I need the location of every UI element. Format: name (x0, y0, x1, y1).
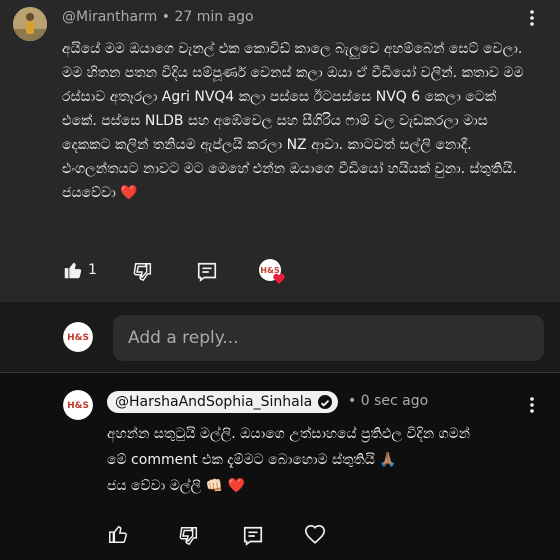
reply-line-1: අහන්න සතුටුයි මල්ලි. ඔයාගෙ උත්සාහයේ ප්‍ර… (107, 426, 471, 442)
reply-composer: H&S Add a reply... (0, 302, 560, 372)
user-avatar[interactable] (13, 7, 47, 41)
reply-more-options-icon[interactable] (522, 395, 542, 415)
reply-line-3: ජය වේවා මල්ලි 👊🏻 ❤️ (107, 478, 245, 494)
reply-author-avatar[interactable]: H&S (63, 390, 93, 420)
reply-logo-text: H&S (67, 401, 89, 411)
thumb-down-icon (179, 527, 198, 546)
svg-text:H&S: H&S (260, 266, 280, 275)
thumb-down-icon (133, 263, 152, 282)
more-options-icon[interactable] (522, 8, 542, 28)
reply-reply-button[interactable] (242, 525, 264, 549)
dislike-button[interactable] (132, 261, 154, 285)
meta-separator: • (161, 9, 175, 25)
reply-card: H&S @HarshaAndSophia_Sinhala • 0 sec ago… (0, 373, 560, 560)
comment-time: 27 min ago (174, 9, 254, 25)
thumb-up-icon (109, 525, 127, 543)
meta-separator: • (348, 393, 361, 409)
reply-input[interactable]: Add a reply... (113, 315, 544, 361)
comment-icon (243, 526, 263, 546)
like-button[interactable] (62, 259, 84, 283)
creator-heart-icon: H&S (258, 258, 288, 286)
comment-icon (197, 262, 217, 282)
verified-check-icon (318, 395, 333, 409)
reply-placeholder: Add a reply... (128, 328, 239, 348)
reply-line-2: මේ comment එක දැම්මට බොහොම ස්තුතියි 🙏🏽 (107, 452, 397, 468)
reply-author-badge[interactable]: @HarshaAndSophia_Sinhala (107, 391, 339, 413)
reply-author: @HarshaAndSophia_Sinhala (115, 394, 313, 410)
heart-icon (305, 525, 325, 544)
channel-avatar: H&S (63, 322, 93, 352)
reply-like-button[interactable] (107, 523, 129, 547)
thumb-up-icon (64, 262, 82, 279)
comment-card: @Mirantharm • 27 min ago අයියේ මම ඔයාගෙ … (0, 0, 560, 302)
comment-text: අයියේ මම ඔයාගෙ වැනල් එක කොවිඩ් කාලෙ බැලු… (62, 41, 524, 201)
channel-logo-text: H&S (67, 333, 89, 343)
like-count: 1 (88, 262, 97, 278)
comment-author[interactable]: @Mirantharm (62, 9, 157, 25)
comment-meta: @Mirantharm • 27 min ago (62, 9, 254, 25)
reply-button[interactable] (196, 261, 218, 285)
reply-dislike-button[interactable] (178, 525, 200, 549)
reply-meta: • 0 sec ago (348, 393, 428, 409)
reply-time: 0 sec ago (360, 393, 429, 409)
reply-text: අහන්න සතුටුයි මල්ලි. ඔයාගෙ උත්සාහයේ ප්‍ර… (107, 421, 507, 499)
reply-heart-button[interactable] (304, 524, 326, 548)
